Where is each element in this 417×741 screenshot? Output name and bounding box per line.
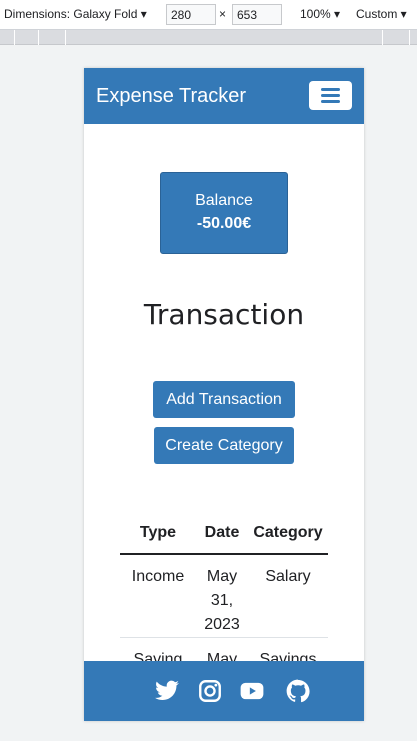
column-header-category: Category — [248, 512, 328, 555]
cell-category: Salary — [248, 554, 328, 638]
dimensions-label: Dimensions: Galaxy Fold — [4, 7, 138, 21]
add-transaction-button[interactable]: Add Transaction — [153, 381, 295, 418]
github-icon[interactable] — [285, 678, 311, 704]
balance-label: Balance — [195, 192, 253, 209]
footer — [84, 661, 364, 721]
dimension-separator: × — [219, 7, 227, 21]
column-header-date: Date — [196, 512, 248, 555]
twitter-icon[interactable] — [154, 678, 180, 704]
viewport-width-input[interactable] — [166, 4, 216, 25]
navbar-brand[interactable]: Expense Tracker — [96, 84, 246, 108]
throttle-label: Custom — [356, 7, 398, 21]
table-row: Income May 31, 2023 Salary — [120, 554, 328, 638]
column-header-type: Type — [120, 512, 196, 555]
zoom-dropdown[interactable]: 100% ▾ — [300, 7, 340, 21]
create-category-button[interactable]: Create Category — [154, 427, 294, 464]
transactions-table: Type Date Category Income May 31, 2023 S… — [120, 512, 328, 673]
balance-card: Balance -50.00€ — [160, 172, 288, 254]
youtube-icon[interactable] — [239, 678, 265, 704]
device-viewport: Expense Tracker Balance -50.00€ Transact… — [84, 68, 364, 721]
dimensions-dropdown[interactable]: Dimensions: Galaxy Fold ▾ — [4, 7, 147, 21]
navbar: Expense Tracker — [84, 68, 364, 124]
viewport-height-input[interactable] — [232, 4, 282, 25]
page-title: Transaction — [143, 298, 305, 331]
balance-amount: -50.00€ — [196, 215, 252, 232]
cell-type: Income — [120, 554, 196, 638]
media-query-ruler — [0, 30, 417, 45]
zoom-label: 100% — [300, 7, 331, 21]
throttle-dropdown[interactable]: Custom ▾ — [356, 7, 407, 21]
menu-toggle-button[interactable] — [309, 81, 352, 110]
devtools-toolbar: Dimensions: Galaxy Fold ▾ × 100% ▾ Custo… — [0, 0, 417, 30]
table-header-row: Type Date Category — [120, 512, 328, 555]
instagram-icon[interactable] — [197, 678, 223, 704]
cell-date: May 31, 2023 — [196, 554, 248, 638]
